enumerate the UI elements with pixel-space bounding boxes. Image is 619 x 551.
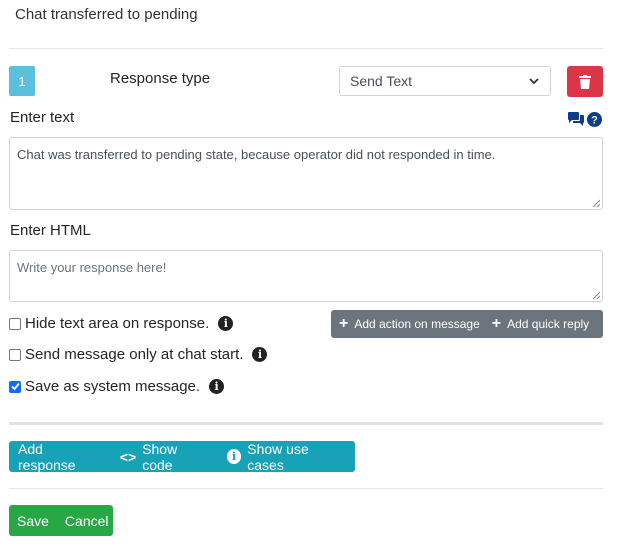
add-response-button[interactable]: Add response xyxy=(9,440,111,473)
response-number-badge: 1 xyxy=(9,66,35,96)
cancel-button[interactable]: Cancel xyxy=(57,505,117,536)
info-icon[interactable]: i xyxy=(252,347,268,362)
enter-text-label: Enter text xyxy=(10,109,75,126)
page-title: Chat transferred to pending xyxy=(15,6,198,23)
add-action-label: Add action on message xyxy=(354,317,480,331)
add-quick-reply-button[interactable]: + Add quick reply xyxy=(488,310,597,338)
enter-text-textarea[interactable]: Chat was transferred to pending state, b… xyxy=(9,137,603,210)
info-icon: i xyxy=(226,449,242,464)
send-only-at-start-checkbox[interactable] xyxy=(9,348,21,361)
enter-html-placeholder: Write your response here! xyxy=(17,260,167,275)
save-as-system-label: Save as system message. xyxy=(25,378,201,395)
enter-html-label: Enter HTML xyxy=(10,222,91,239)
divider xyxy=(9,488,603,489)
add-quick-reply-label: Add quick reply xyxy=(507,317,590,331)
show-use-cases-button[interactable]: i Show use cases xyxy=(218,440,355,473)
text-help-icons: ? xyxy=(568,110,604,128)
response-type-label: Response type xyxy=(110,70,211,87)
response-type-value: Send Text xyxy=(350,73,413,89)
response-toolbar: Add response <> Show code i Show use cas… xyxy=(9,440,355,473)
comments-icon[interactable] xyxy=(568,112,584,126)
divider xyxy=(9,422,603,425)
resize-handle-icon[interactable] xyxy=(592,291,600,299)
show-code-button[interactable]: <> Show code xyxy=(111,440,218,473)
code-icon: <> xyxy=(119,448,137,465)
plus-icon: + xyxy=(339,315,349,332)
option-save-as-system[interactable]: Save as system message. i xyxy=(9,378,225,395)
send-only-at-start-label: Send message only at chat start. xyxy=(25,346,244,363)
enter-text-value: Chat was transferred to pending state, b… xyxy=(17,147,496,162)
chevron-down-icon xyxy=(529,78,539,85)
enter-html-textarea[interactable]: Write your response here! xyxy=(9,250,603,302)
delete-response-button[interactable] xyxy=(567,66,603,97)
hide-text-area-checkbox[interactable] xyxy=(9,317,21,330)
question-circle-icon[interactable]: ? xyxy=(587,111,602,127)
plus-icon: + xyxy=(491,315,502,332)
add-response-label: Add response xyxy=(18,440,76,473)
svg-text:?: ? xyxy=(591,114,598,126)
show-code-label: Show code xyxy=(142,440,178,473)
info-icon[interactable]: i xyxy=(218,316,234,331)
divider xyxy=(9,48,603,49)
resize-handle-icon[interactable] xyxy=(592,199,600,207)
message-actions-group: + Add action on message + Add quick repl… xyxy=(331,310,603,338)
option-send-only-at-start[interactable]: Send message only at chat start. i xyxy=(9,346,268,363)
show-use-cases-label: Show use cases xyxy=(247,440,309,473)
checkmark-icon xyxy=(10,382,20,391)
response-type-select[interactable]: Send Text xyxy=(339,66,551,96)
save-button[interactable]: Save xyxy=(9,505,57,536)
add-action-on-message-button[interactable]: + Add action on message xyxy=(331,310,488,338)
trash-icon xyxy=(579,74,591,89)
info-icon[interactable]: i xyxy=(209,379,225,394)
option-hide-text-area[interactable]: Hide text area on response. i xyxy=(9,315,234,332)
hide-text-area-label: Hide text area on response. xyxy=(25,315,210,332)
footer-buttons: Save Cancel xyxy=(9,505,113,536)
save-as-system-checkbox[interactable] xyxy=(9,380,21,393)
